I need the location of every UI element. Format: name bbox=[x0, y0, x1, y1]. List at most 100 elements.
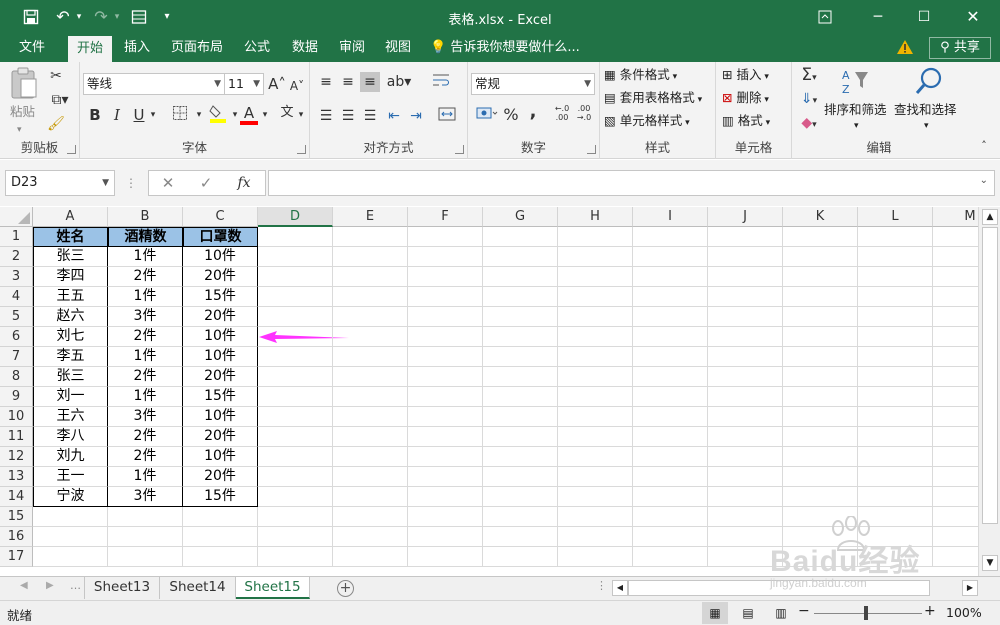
empty-cell[interactable] bbox=[858, 467, 933, 487]
empty-cell[interactable] bbox=[783, 487, 858, 507]
table-cell[interactable]: 刘九 bbox=[33, 447, 108, 467]
empty-cell[interactable] bbox=[483, 367, 558, 387]
empty-cell[interactable] bbox=[483, 547, 558, 567]
empty-cell[interactable] bbox=[708, 327, 783, 347]
tab-insert[interactable]: 插入 bbox=[116, 34, 158, 62]
table-cell[interactable]: 宁波 bbox=[33, 487, 108, 507]
dialog-launcher-icon[interactable] bbox=[297, 145, 306, 154]
table-cell[interactable]: 王五 bbox=[33, 287, 108, 307]
empty-cell[interactable] bbox=[333, 307, 408, 327]
row-header-16[interactable]: 16 bbox=[0, 527, 33, 547]
column-header-f[interactable]: F bbox=[408, 207, 483, 227]
underline-button[interactable]: U bbox=[130, 105, 148, 125]
empty-cell[interactable] bbox=[258, 267, 333, 287]
empty-cell[interactable] bbox=[183, 547, 258, 567]
tab-review[interactable]: 审阅 bbox=[332, 34, 372, 62]
empty-cell[interactable] bbox=[858, 387, 933, 407]
insert-cells-button[interactable]: ⊞ 插入 ▾ bbox=[722, 65, 769, 87]
empty-cell[interactable] bbox=[408, 467, 483, 487]
font-name-select[interactable]: 等线 ▼ bbox=[83, 73, 225, 95]
empty-cell[interactable] bbox=[858, 367, 933, 387]
empty-cell[interactable] bbox=[708, 407, 783, 427]
autosum-icon[interactable]: Σ▾ bbox=[794, 65, 824, 88]
empty-cell[interactable] bbox=[783, 227, 858, 247]
empty-cell[interactable] bbox=[558, 507, 633, 527]
empty-cell[interactable] bbox=[783, 407, 858, 427]
empty-cell[interactable] bbox=[633, 407, 708, 427]
cancel-icon[interactable]: ✕ bbox=[158, 173, 178, 193]
splitter-icon[interactable]: ⋮ bbox=[596, 579, 607, 592]
empty-cell[interactable] bbox=[708, 547, 783, 567]
table-cell[interactable]: 20件 bbox=[183, 307, 258, 327]
table-cell[interactable]: 李四 bbox=[33, 267, 108, 287]
table-cell[interactable]: 15件 bbox=[183, 487, 258, 507]
empty-cell[interactable] bbox=[933, 507, 978, 527]
empty-cell[interactable] bbox=[483, 247, 558, 267]
align-right-icon[interactable]: ☰ bbox=[360, 106, 380, 126]
column-header-l[interactable]: L bbox=[858, 207, 933, 227]
row-header-1[interactable]: 1 bbox=[0, 227, 33, 247]
empty-cell[interactable] bbox=[708, 287, 783, 307]
table-cell[interactable]: 10件 bbox=[183, 247, 258, 267]
empty-cell[interactable] bbox=[333, 527, 408, 547]
empty-cell[interactable] bbox=[783, 267, 858, 287]
empty-cell[interactable] bbox=[183, 507, 258, 527]
tab-view[interactable]: 视图 bbox=[378, 34, 418, 62]
align-top-icon[interactable]: ≡ bbox=[316, 72, 336, 92]
empty-cell[interactable] bbox=[333, 507, 408, 527]
empty-cell[interactable] bbox=[333, 407, 408, 427]
table-cell[interactable]: 20件 bbox=[183, 267, 258, 287]
empty-cell[interactable] bbox=[783, 307, 858, 327]
table-cell[interactable]: 1件 bbox=[108, 387, 183, 407]
table-cell[interactable]: 李五 bbox=[33, 347, 108, 367]
zoom-in-button[interactable]: + bbox=[924, 603, 936, 619]
empty-cell[interactable] bbox=[633, 327, 708, 347]
empty-cell[interactable] bbox=[408, 507, 483, 527]
table-cell[interactable]: 刘七 bbox=[33, 327, 108, 347]
sheet-tab-sheet13[interactable]: Sheet13 bbox=[84, 577, 160, 599]
font-color-icon[interactable]: A bbox=[240, 103, 258, 125]
cell-styles-button[interactable]: ▧ 单元格样式 ▾ bbox=[604, 111, 690, 133]
empty-cell[interactable] bbox=[483, 487, 558, 507]
row-header-13[interactable]: 13 bbox=[0, 467, 33, 487]
page-break-view-icon[interactable]: ▥ bbox=[770, 602, 792, 624]
empty-cell[interactable] bbox=[558, 487, 633, 507]
column-header-k[interactable]: K bbox=[783, 207, 858, 227]
empty-cell[interactable] bbox=[783, 527, 858, 547]
empty-cell[interactable] bbox=[633, 287, 708, 307]
table-cell[interactable]: 赵六 bbox=[33, 307, 108, 327]
empty-cell[interactable] bbox=[33, 527, 108, 547]
empty-cell[interactable] bbox=[558, 407, 633, 427]
add-sheet-button[interactable]: + bbox=[337, 580, 354, 597]
empty-cell[interactable] bbox=[933, 407, 978, 427]
increase-indent-icon[interactable]: ⇥ bbox=[406, 106, 426, 126]
empty-cell[interactable] bbox=[408, 427, 483, 447]
accounting-format-icon[interactable] bbox=[472, 105, 502, 127]
empty-cell[interactable] bbox=[708, 467, 783, 487]
empty-cell[interactable] bbox=[408, 407, 483, 427]
empty-cell[interactable] bbox=[333, 487, 408, 507]
empty-cell[interactable] bbox=[633, 387, 708, 407]
tab-home[interactable]: 开始 bbox=[68, 36, 112, 62]
share-button[interactable]: ⚲ 共享 bbox=[929, 37, 991, 59]
column-header-c[interactable]: C bbox=[183, 207, 258, 227]
format-cells-button[interactable]: ▥ 格式 ▾ bbox=[722, 111, 770, 133]
table-cell[interactable]: 10件 bbox=[183, 447, 258, 467]
row-header-4[interactable]: 4 bbox=[0, 287, 33, 307]
table-cell[interactable]: 15件 bbox=[183, 287, 258, 307]
sort-filter-icon[interactable]: AZ bbox=[838, 68, 872, 98]
row-header-6[interactable]: 6 bbox=[0, 327, 33, 347]
empty-cell[interactable] bbox=[333, 327, 408, 347]
column-header-g[interactable]: G bbox=[483, 207, 558, 227]
empty-cell[interactable] bbox=[558, 347, 633, 367]
empty-cell[interactable] bbox=[258, 287, 333, 307]
table-cell[interactable]: 20件 bbox=[183, 467, 258, 487]
empty-cell[interactable] bbox=[633, 367, 708, 387]
empty-cell[interactable] bbox=[483, 227, 558, 247]
empty-cell[interactable] bbox=[933, 347, 978, 367]
empty-cell[interactable] bbox=[708, 307, 783, 327]
empty-cell[interactable] bbox=[633, 227, 708, 247]
empty-cell[interactable] bbox=[483, 407, 558, 427]
empty-cell[interactable] bbox=[933, 367, 978, 387]
table-cell[interactable]: 10件 bbox=[183, 327, 258, 347]
